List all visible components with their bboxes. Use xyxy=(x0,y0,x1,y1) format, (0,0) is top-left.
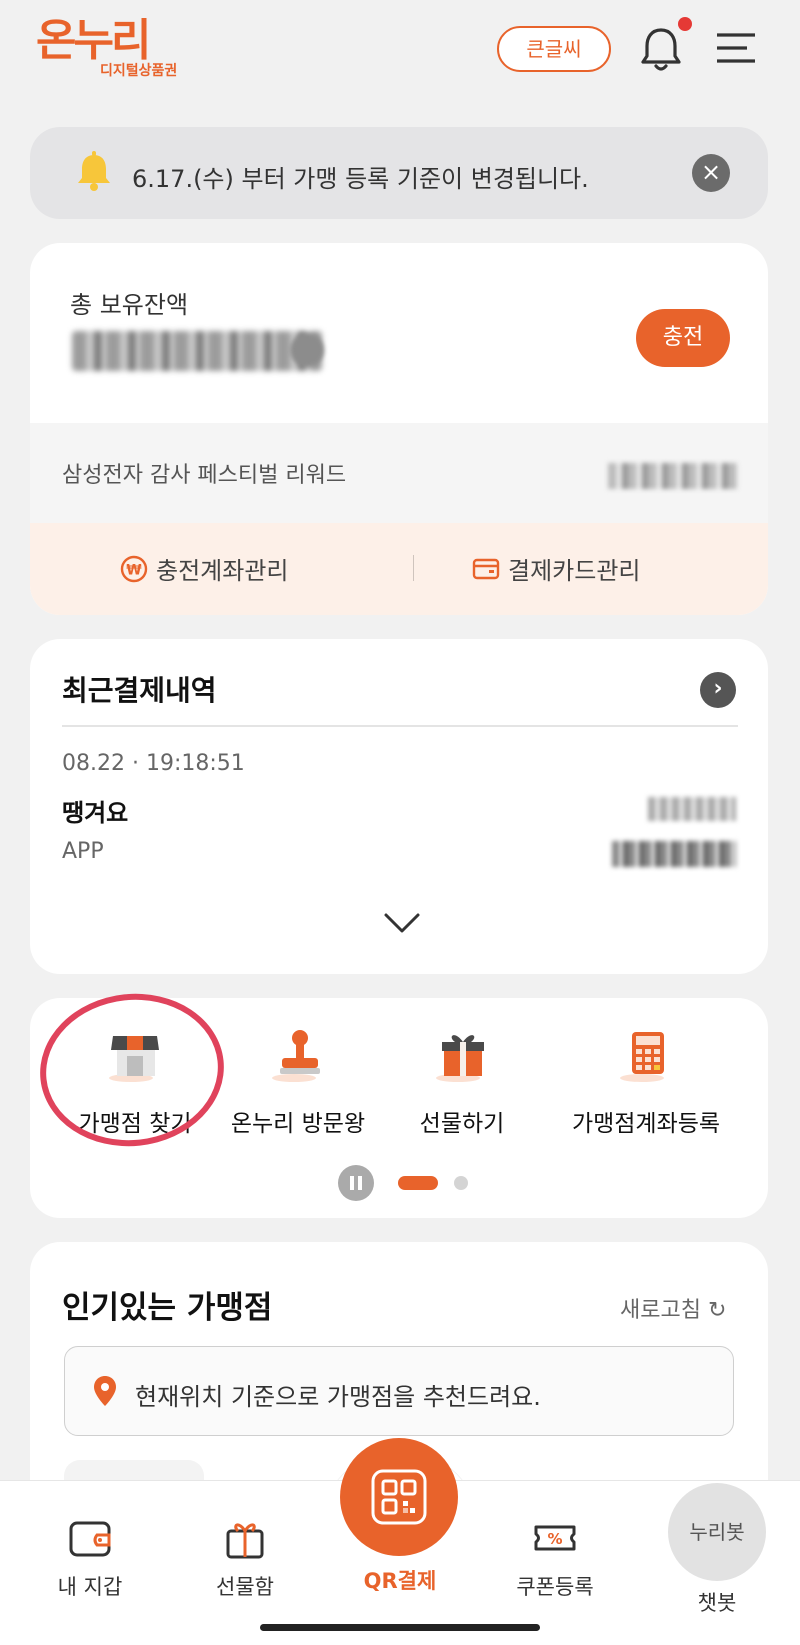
charge-button[interactable]: 충전 xyxy=(636,309,730,367)
stamp-icon xyxy=(272,1030,320,1082)
carousel-dot[interactable] xyxy=(454,1176,468,1190)
quick-item-gift[interactable]: 선물하기 xyxy=(392,1026,532,1138)
won-coin-icon: ₩ xyxy=(120,555,148,582)
qr-pay-label[interactable]: QR결제 xyxy=(350,1565,450,1595)
bell-icon xyxy=(78,151,110,191)
close-icon[interactable]: × xyxy=(692,154,730,192)
nav-wallet[interactable]: 내 지갑 xyxy=(40,1515,140,1601)
svg-text:₩: ₩ xyxy=(126,562,142,578)
quick-item-visit-king[interactable]: 온누리 방문왕 xyxy=(226,1026,370,1138)
refresh-button[interactable]: 새로고침 ↻ xyxy=(620,1292,726,1324)
hamburger-menu-icon[interactable] xyxy=(715,30,759,66)
payment-method: APP xyxy=(62,839,104,864)
popular-stores-title: 인기있는 가맹점 xyxy=(62,1290,273,1326)
bell-icon[interactable] xyxy=(638,24,684,74)
chevron-down-icon[interactable] xyxy=(382,909,422,937)
visibility-toggle-icon[interactable] xyxy=(290,333,324,367)
manage-row: ₩ 충전계좌관리 결제카드관리 xyxy=(30,523,768,615)
location-recommend-box[interactable]: 현재위치 기준으로 가맹점을 추천드려요. xyxy=(64,1346,734,1436)
coupon-icon: % xyxy=(534,1525,576,1551)
logo-sub-text: 디지털상품권 xyxy=(100,63,178,79)
reward-amount-blurred xyxy=(608,463,738,489)
payment-balance-blurred xyxy=(612,841,736,867)
quick-item-register-account[interactable]: 가맹점계좌등록 xyxy=(556,1026,736,1138)
nav-giftbox[interactable]: 선물함 xyxy=(195,1515,295,1601)
manage-card-label: 결제카드관리 xyxy=(508,557,641,585)
chatbot-button[interactable]: 누리봇 xyxy=(668,1483,766,1581)
qr-pay-button[interactable] xyxy=(340,1438,458,1556)
wallet-card-icon xyxy=(472,558,500,579)
recent-payments-card: 최근결제내역 › 08.22 · 19:18:51 땡겨요 APP xyxy=(30,639,768,974)
payment-amount-blurred xyxy=(648,797,736,821)
pause-icon[interactable] xyxy=(338,1165,374,1201)
svg-text:%: % xyxy=(547,1530,562,1548)
app-header: 온누리 디지털상품권 큰글씨 xyxy=(0,0,800,115)
location-pin-icon xyxy=(94,1376,116,1406)
nav-wallet-label: 내 지갑 xyxy=(57,1575,123,1599)
recent-payments-title: 최근결제내역 xyxy=(62,674,217,707)
location-text: 현재위치 기준으로 가맹점을 추천드려요. xyxy=(135,1383,541,1411)
reward-label: 삼성전자 감사 페스티벌 리워드 xyxy=(62,463,347,488)
payment-store: 땡겨요 xyxy=(62,799,129,827)
divider xyxy=(62,725,738,727)
payment-time: 08.22 · 19:18:51 xyxy=(62,751,245,776)
nav-coupon[interactable]: % 쿠폰등록 xyxy=(500,1515,610,1601)
notice-text: 6.17.(수) 부터 가맹 등록 기준이 변경됩니다. xyxy=(132,165,589,193)
manage-account-label: 충전계좌관리 xyxy=(156,557,289,585)
balance-amount-blurred xyxy=(72,331,322,371)
giftbox-icon xyxy=(226,1523,264,1559)
carousel-dot-active[interactable] xyxy=(398,1176,438,1190)
logo-main-text: 온누리 xyxy=(36,15,151,66)
home-indicator[interactable] xyxy=(260,1624,540,1631)
onnuri-logo[interactable]: 온누리 디지털상품권 xyxy=(36,15,177,80)
big-font-button[interactable]: 큰글씨 xyxy=(497,26,611,72)
gift-icon xyxy=(436,1035,484,1082)
quick-item-label: 온누리 방문왕 xyxy=(230,1111,366,1137)
nav-coupon-label: 쿠폰등록 xyxy=(516,1575,594,1599)
manage-account-button[interactable]: ₩ 충전계좌관리 xyxy=(120,551,288,586)
chevron-right-icon[interactable]: › xyxy=(700,672,736,708)
nav-giftbox-label: 선물함 xyxy=(216,1575,274,1599)
notice-banner[interactable]: 6.17.(수) 부터 가맹 등록 기준이 변경됩니다. × xyxy=(30,127,768,219)
quick-item-label: 가맹점계좌등록 xyxy=(571,1111,721,1137)
reward-row[interactable]: 삼성전자 감사 페스티벌 리워드 xyxy=(30,423,768,523)
wallet-icon xyxy=(69,1521,111,1557)
manage-card-button[interactable]: 결제카드관리 xyxy=(472,551,640,586)
divider xyxy=(413,555,414,581)
calculator-icon xyxy=(620,1032,664,1082)
chatbot-label: 챗봇 xyxy=(697,1591,737,1615)
notification-dot xyxy=(678,17,692,31)
balance-card: 총 보유잔액 충전 삼성전자 감사 페스티벌 리워드 ₩ 충전계좌관리 결제카드… xyxy=(30,243,768,615)
qr-code-icon xyxy=(371,1469,427,1525)
balance-label: 총 보유잔액 xyxy=(70,291,189,319)
quick-item-label: 선물하기 xyxy=(419,1111,505,1137)
